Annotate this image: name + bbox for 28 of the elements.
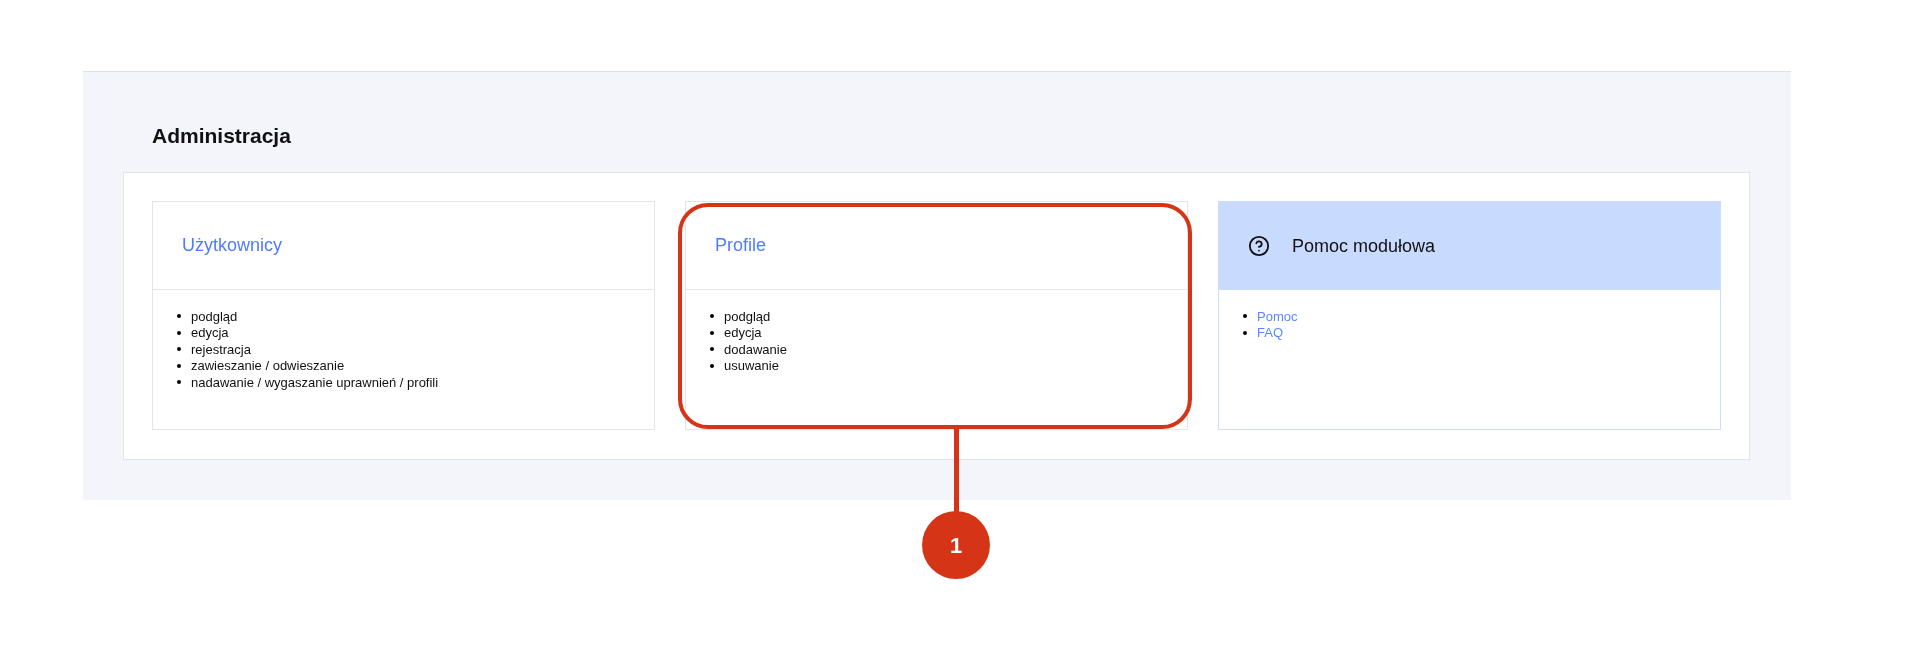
list-item: dodawanie bbox=[724, 340, 787, 359]
list-item: usuwanie bbox=[724, 357, 779, 375]
list-item: zawieszanie / odwieszanie bbox=[191, 357, 345, 375]
section-title: Administracja bbox=[152, 123, 291, 150]
bullet-icon bbox=[1243, 330, 1247, 335]
bullet-icon bbox=[710, 363, 714, 368]
help-link[interactable]: Pomoc bbox=[1257, 306, 1298, 326]
help-icon bbox=[1248, 235, 1270, 257]
bullet-icon bbox=[177, 314, 181, 319]
card-title-link[interactable]: Użytkownicy bbox=[182, 232, 283, 259]
list-item: podgląd bbox=[191, 307, 238, 326]
help-link[interactable]: FAQ bbox=[1257, 323, 1283, 343]
bullet-icon bbox=[710, 347, 714, 352]
card-title: Pomoc modułowa bbox=[1292, 234, 1436, 258]
list-item: edycja bbox=[724, 324, 762, 342]
bullet-icon bbox=[177, 330, 181, 335]
bullet-icon bbox=[177, 347, 181, 352]
callout-badge: 1 bbox=[922, 511, 990, 579]
list-item: edycja bbox=[191, 324, 229, 342]
card-title-link[interactable]: Profile bbox=[715, 232, 767, 259]
bullet-icon bbox=[177, 363, 181, 368]
bullet-icon bbox=[710, 314, 714, 319]
bullet-icon bbox=[710, 330, 714, 335]
list-item: rejestracja bbox=[191, 340, 251, 359]
bullet-icon bbox=[1243, 314, 1247, 319]
bullet-icon bbox=[177, 380, 181, 385]
list-item: podgląd bbox=[724, 307, 771, 326]
list-item: nadawanie / wygaszanie uprawnień / profili bbox=[191, 373, 439, 392]
